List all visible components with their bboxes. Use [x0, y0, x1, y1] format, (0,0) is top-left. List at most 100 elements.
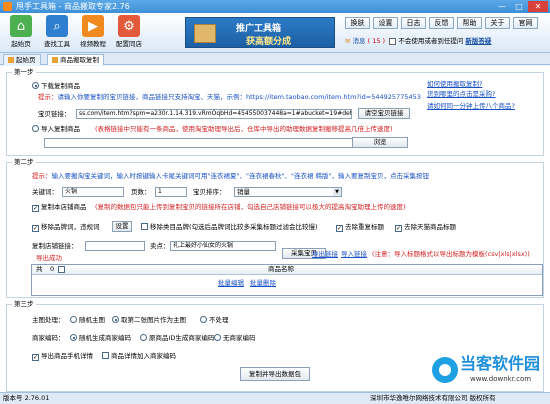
dup-hint: (复制的数据包只能上传到复制宝贝的链接所在店铺，勾选自己店铺链接可以极大的提高淘…: [95, 203, 406, 211]
new-qa-link[interactable]: 新版答疑: [465, 37, 491, 45]
url-label: 宝贝链接：: [38, 110, 71, 118]
grid-header: 共 0 商品名称: [32, 265, 542, 275]
home-icon: ⌂: [10, 15, 32, 37]
pages-input[interactable]: 1: [155, 187, 187, 197]
find-tools-button[interactable]: ⌕ 查找工具: [40, 15, 74, 51]
find-tools-label: 查找工具: [44, 40, 70, 48]
export-package-button[interactable]: 复制并导出数据包: [240, 367, 310, 381]
search-icon: ⌕: [46, 15, 68, 37]
remove-brand-checkbox[interactable]: 移除类目品牌(勾选后品牌词比较多采集标题过滤会比较慢): [141, 223, 318, 232]
banner-line2: 获高额分成: [246, 37, 292, 47]
dup-shop-checkbox[interactable]: ✓ 复制本店铺商品: [32, 203, 87, 212]
shop-link-label: 复制店铺链接：: [32, 242, 78, 250]
seller-point-input[interactable]: 礼上最好小仙女的火锅: [170, 241, 276, 251]
no-fill-checkbox[interactable]: [389, 37, 397, 45]
mobile-detail-checkbox[interactable]: ✓ 导出商品手机详情: [32, 352, 93, 361]
watermark-logo-icon: [432, 357, 458, 383]
close-button[interactable]: ✕: [528, 1, 548, 12]
sort-label: 宝贝排序：: [193, 188, 226, 196]
video-tutorial-label: 视频教程: [80, 40, 106, 48]
gift-box-icon: [194, 24, 216, 43]
radio-random-code[interactable]: 随机生成商家编码: [70, 334, 131, 343]
sort-select[interactable]: 销量 ▼: [234, 187, 342, 197]
main-image-label: 主图处理：: [32, 316, 65, 324]
brand-settings-button[interactable]: 设置: [112, 221, 132, 232]
keyword-input[interactable]: 火锅: [62, 187, 124, 197]
code-label: 商家编码：: [32, 334, 65, 342]
maximize-button[interactable]: □: [511, 1, 527, 12]
filter-dup-checkbox[interactable]: ✓ 去除重复标题: [336, 223, 384, 232]
remove-tmall-checkbox[interactable]: ✓ 去除天猫商品标题: [395, 223, 456, 232]
keyword-label: 关键词：: [32, 188, 58, 196]
radio-id-code[interactable]: 原商品ID生成商家编码: [140, 334, 214, 343]
export-success: 导出成功: [36, 254, 62, 262]
window-title: 甩手工具箱 - 商品搬取专家2.76: [16, 2, 130, 11]
batch-edit-link[interactable]: 批量编辑: [218, 279, 244, 288]
messages-link[interactable]: 消息: [353, 37, 366, 45]
clear-url-button[interactable]: 请空宝贝链接: [358, 108, 410, 119]
export-link[interactable]: 导出链接: [312, 250, 338, 259]
browse-button[interactable]: 浏览: [352, 137, 408, 148]
tab-icon: [8, 57, 14, 63]
step2-legend: 第二步: [12, 158, 36, 167]
promo-banner[interactable]: 推广工具箱 获高额分成: [185, 17, 335, 48]
messages-count: ( 15 ): [367, 37, 386, 45]
banner-line1: 推广工具箱: [236, 24, 282, 34]
tab-copy-label: 商品搬取复制: [60, 56, 99, 64]
product-url-input[interactable]: ss.com/item.htm?spm=a230r.1.14.319.vRmOq…: [76, 109, 352, 119]
skin-button[interactable]: 换肤: [345, 17, 370, 29]
config-shop-button[interactable]: ⚙ 配置同店: [112, 15, 146, 51]
grid-header-total: 共: [36, 265, 43, 273]
feedback-button[interactable]: 反馈: [429, 17, 454, 29]
home-button[interactable]: ⌂ 起始页: [4, 15, 38, 51]
step1-legend: 第一步: [12, 68, 36, 77]
radio-no-process[interactable]: 不处理: [200, 316, 229, 325]
minimize-button[interactable]: —: [494, 1, 510, 12]
radio-download[interactable]: 下载复制商品: [32, 82, 80, 91]
how-to-use-link[interactable]: 如何使用搬取复制?: [427, 80, 482, 89]
chevron-down-icon: ▼: [333, 188, 341, 196]
step2-hint: 提示：输入要搬淘宝关键词，输入时按键输入卡尾关键词可用"连衣裙夏"、"连衣裙春秋…: [32, 172, 430, 180]
shop-link-input[interactable]: [85, 241, 145, 251]
import-note: (注意：导入标题格式以导出标题为模板(csv|xls|xlsx)): [372, 250, 530, 258]
watermark-name: 当客软件园: [460, 354, 541, 373]
no-fill-label: 不会使用或者到任提问: [398, 37, 464, 45]
radio-second-image[interactable]: 取第二张图片作为主图: [112, 316, 186, 325]
bell-icon: ✉: [345, 37, 351, 45]
radio-random-main[interactable]: 随机主图: [70, 316, 105, 325]
log-button[interactable]: 日志: [401, 17, 426, 29]
window-controls: — □ ✕: [494, 1, 548, 12]
help-link-2[interactable]: 货到哪里的点击是采购?: [427, 90, 495, 99]
tab-start-page[interactable]: 起始页: [3, 54, 41, 65]
watermark-url: www.downkr.com: [470, 375, 532, 383]
pages-label: 页数：: [131, 188, 151, 196]
tab-copy-products[interactable]: 商品搬取复制: [47, 54, 104, 65]
website-button[interactable]: 官网: [513, 17, 538, 29]
import-link[interactable]: 导入链接: [341, 250, 367, 259]
tab-start-label: 起始页: [16, 56, 36, 64]
step3-legend: 第三步: [12, 300, 36, 309]
batch-delete-link[interactable]: 批量删除: [250, 279, 276, 288]
config-icon: ⚙: [118, 15, 140, 37]
settings-button[interactable]: 设置: [373, 17, 398, 29]
grid-header-count: 0: [50, 265, 55, 273]
product-grid[interactable]: 共 0 商品名称: [31, 264, 543, 296]
help-link-3[interactable]: 请如何同一分钟上传八个商品?: [427, 102, 515, 111]
detail-code-checkbox[interactable]: 商品详情加入商家编码: [102, 352, 176, 361]
about-button[interactable]: 关于: [485, 17, 510, 29]
title-bar: 甩手工具箱 - 商品搬取专家2.76 — □ ✕: [0, 0, 550, 13]
import-hint: (表格链接中只能有一条商品，使用淘宝助理导出后，仓库中导出的助理数据复制搬移提高…: [95, 125, 393, 133]
app-icon: [3, 2, 12, 11]
brand-words-checkbox[interactable]: ✓ 移除品牌词，违规词: [32, 223, 100, 232]
tab-strip: 起始页 商品搬取复制: [0, 53, 550, 65]
seller-point-label: 卖点：: [150, 242, 170, 250]
radio-no-code[interactable]: 无商家编码: [214, 334, 256, 343]
grid-select-all-checkbox[interactable]: [58, 266, 67, 275]
help-button[interactable]: 帮助: [457, 17, 482, 29]
config-shop-label: 配置同店: [116, 40, 142, 48]
tab-icon: [52, 57, 58, 63]
import-file-input[interactable]: [44, 138, 384, 148]
video-tutorial-button[interactable]: ▶ 视频教程: [76, 15, 110, 51]
radio-import[interactable]: 导入复制商品: [32, 125, 80, 134]
company-label: 深圳市华逸唯尔网络技术有限公司 版权所有: [370, 394, 496, 402]
